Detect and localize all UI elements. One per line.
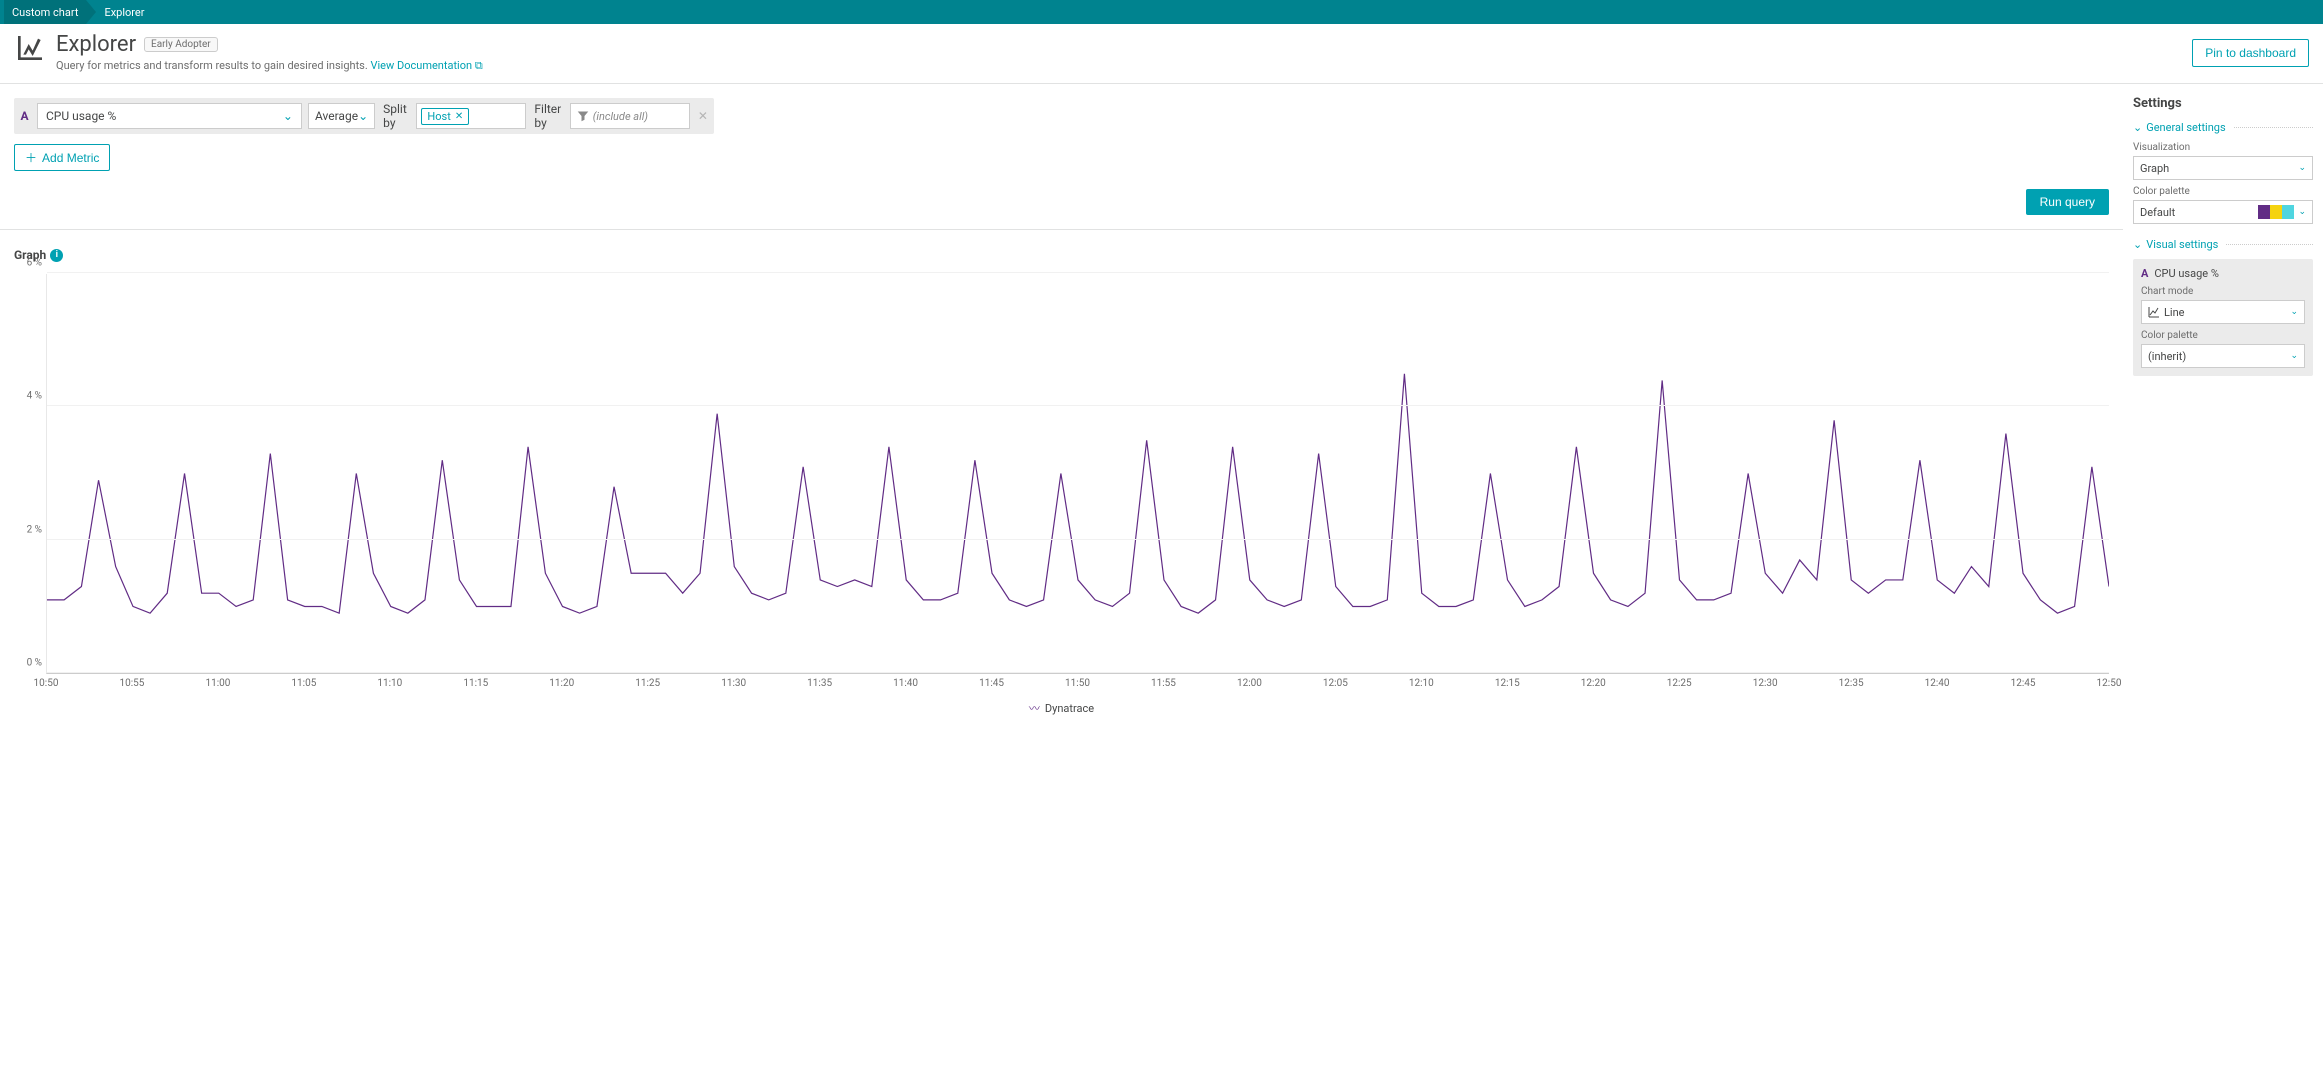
line-chart-icon [2148,306,2160,318]
chart-legend: 〰 Dynatrace [14,700,2109,716]
add-metric-button[interactable]: ＋ Add Metric [14,144,110,171]
legend-line-icon: 〰 [1029,700,1040,716]
metric-select[interactable]: CPU usage % ⌄ [37,103,302,129]
info-icon[interactable]: i [50,249,63,262]
palette-preview [2258,205,2294,219]
settings-title: Settings [2133,96,2313,111]
chart-mode-field-label: Chart mode [2141,286,2305,297]
series-letter: A [2141,267,2148,280]
filter-placeholder: (include all) [593,110,648,123]
chevron-down-icon: ⌄ [2298,163,2306,173]
metric-select-value: CPU usage % [46,109,116,123]
page-title: Explorer [56,32,136,57]
page-header: Explorer Early Adopter Query for metrics… [0,24,2323,84]
settings-sidebar: Settings ⌄ General settings Visualizatio… [2123,84,2323,734]
chart-icon [14,32,46,67]
breadcrumb-prev-label: Custom chart [12,6,78,19]
metric-letter: A [18,109,31,123]
metric-row-a: A CPU usage % ⌄ Average ⌄ Split by Host … [14,98,714,134]
series-settings-card: A CPU usage % Chart mode Line ⌄ Color pa… [2133,259,2313,376]
visualization-value: Graph [2140,162,2169,175]
chevron-down-icon: ⌄ [2290,307,2298,317]
remove-metric-row-button[interactable]: ✕ [696,103,710,129]
legend-label: Dynatrace [1045,702,1094,715]
page-subtitle: Query for metrics and transform results … [56,59,483,73]
chart-x-axis: 10:5010:5511:0011:0511:1011:1511:2011:25… [46,678,2109,692]
visual-settings-accordion[interactable]: ⌄ Visual settings [2133,238,2313,251]
chart-mode-select[interactable]: Line ⌄ [2141,300,2305,324]
filterby-label: Filter by [532,102,563,130]
visualization-field-label: Visualization [2133,142,2313,153]
general-settings-label: General settings [2146,121,2225,134]
color-palette-field-label: Color palette [2133,186,2313,197]
graph-title: Graph i [14,248,2109,262]
doc-link-label: View Documentation [371,59,473,72]
splitby-input[interactable]: Host ✕ [416,103,526,129]
series-palette-value: (inherit) [2148,350,2186,363]
color-palette-value: Default [2140,206,2175,219]
filter-input[interactable]: (include all) [570,103,690,129]
chart-plot-area[interactable] [46,274,2109,674]
subtitle-text: Query for metrics and transform results … [56,59,371,72]
general-settings-accordion[interactable]: ⌄ General settings [2133,121,2313,134]
chart-mode-value: Line [2164,306,2185,319]
run-query-button[interactable]: Run query [2026,189,2109,215]
chevron-down-icon: ⌄ [2298,207,2306,217]
visual-settings-label: Visual settings [2146,238,2218,251]
filter-icon [577,110,589,122]
chevron-down-icon: ⌄ [283,109,293,123]
color-palette-select[interactable]: Default ⌄ [2133,200,2313,224]
series-palette-select[interactable]: (inherit) ⌄ [2141,344,2305,368]
breadcrumb-custom-chart[interactable]: Custom chart [4,0,86,24]
visualization-select[interactable]: Graph ⌄ [2133,156,2313,180]
aggregation-value: Average [315,109,358,123]
series-title: CPU usage % [2154,267,2218,280]
chevron-down-icon: ⌄ [2133,121,2142,134]
tag-label: Host [427,110,450,123]
pin-to-dashboard-button[interactable]: Pin to dashboard [2192,39,2309,67]
early-adopter-badge: Early Adopter [144,37,218,52]
view-documentation-link[interactable]: View Documentation ⧉ [371,59,483,72]
splitby-tag-host: Host ✕ [421,108,469,125]
splitby-label: Split by [381,102,410,130]
remove-tag-icon[interactable]: ✕ [455,111,463,122]
breadcrumb-current-label: Explorer [104,6,144,19]
external-link-icon: ⧉ [475,59,483,72]
chevron-down-icon: ⌄ [358,109,368,123]
add-metric-label: Add Metric [42,151,99,165]
graph-section: Graph i 0 %2 %4 %6 % 10:5010:5511:0011:0… [0,230,2123,734]
query-builder: A CPU usage % ⌄ Average ⌄ Split by Host … [0,84,2123,181]
chevron-down-icon: ⌄ [2290,351,2298,361]
series-palette-field-label: Color palette [2141,330,2305,341]
chart-y-axis: 0 %2 %4 %6 % [14,274,46,674]
aggregation-select[interactable]: Average ⌄ [308,103,375,129]
chevron-down-icon: ⌄ [2133,238,2142,251]
plus-icon: ＋ [25,149,37,166]
breadcrumb-bar: Custom chart Explorer [0,0,2323,24]
